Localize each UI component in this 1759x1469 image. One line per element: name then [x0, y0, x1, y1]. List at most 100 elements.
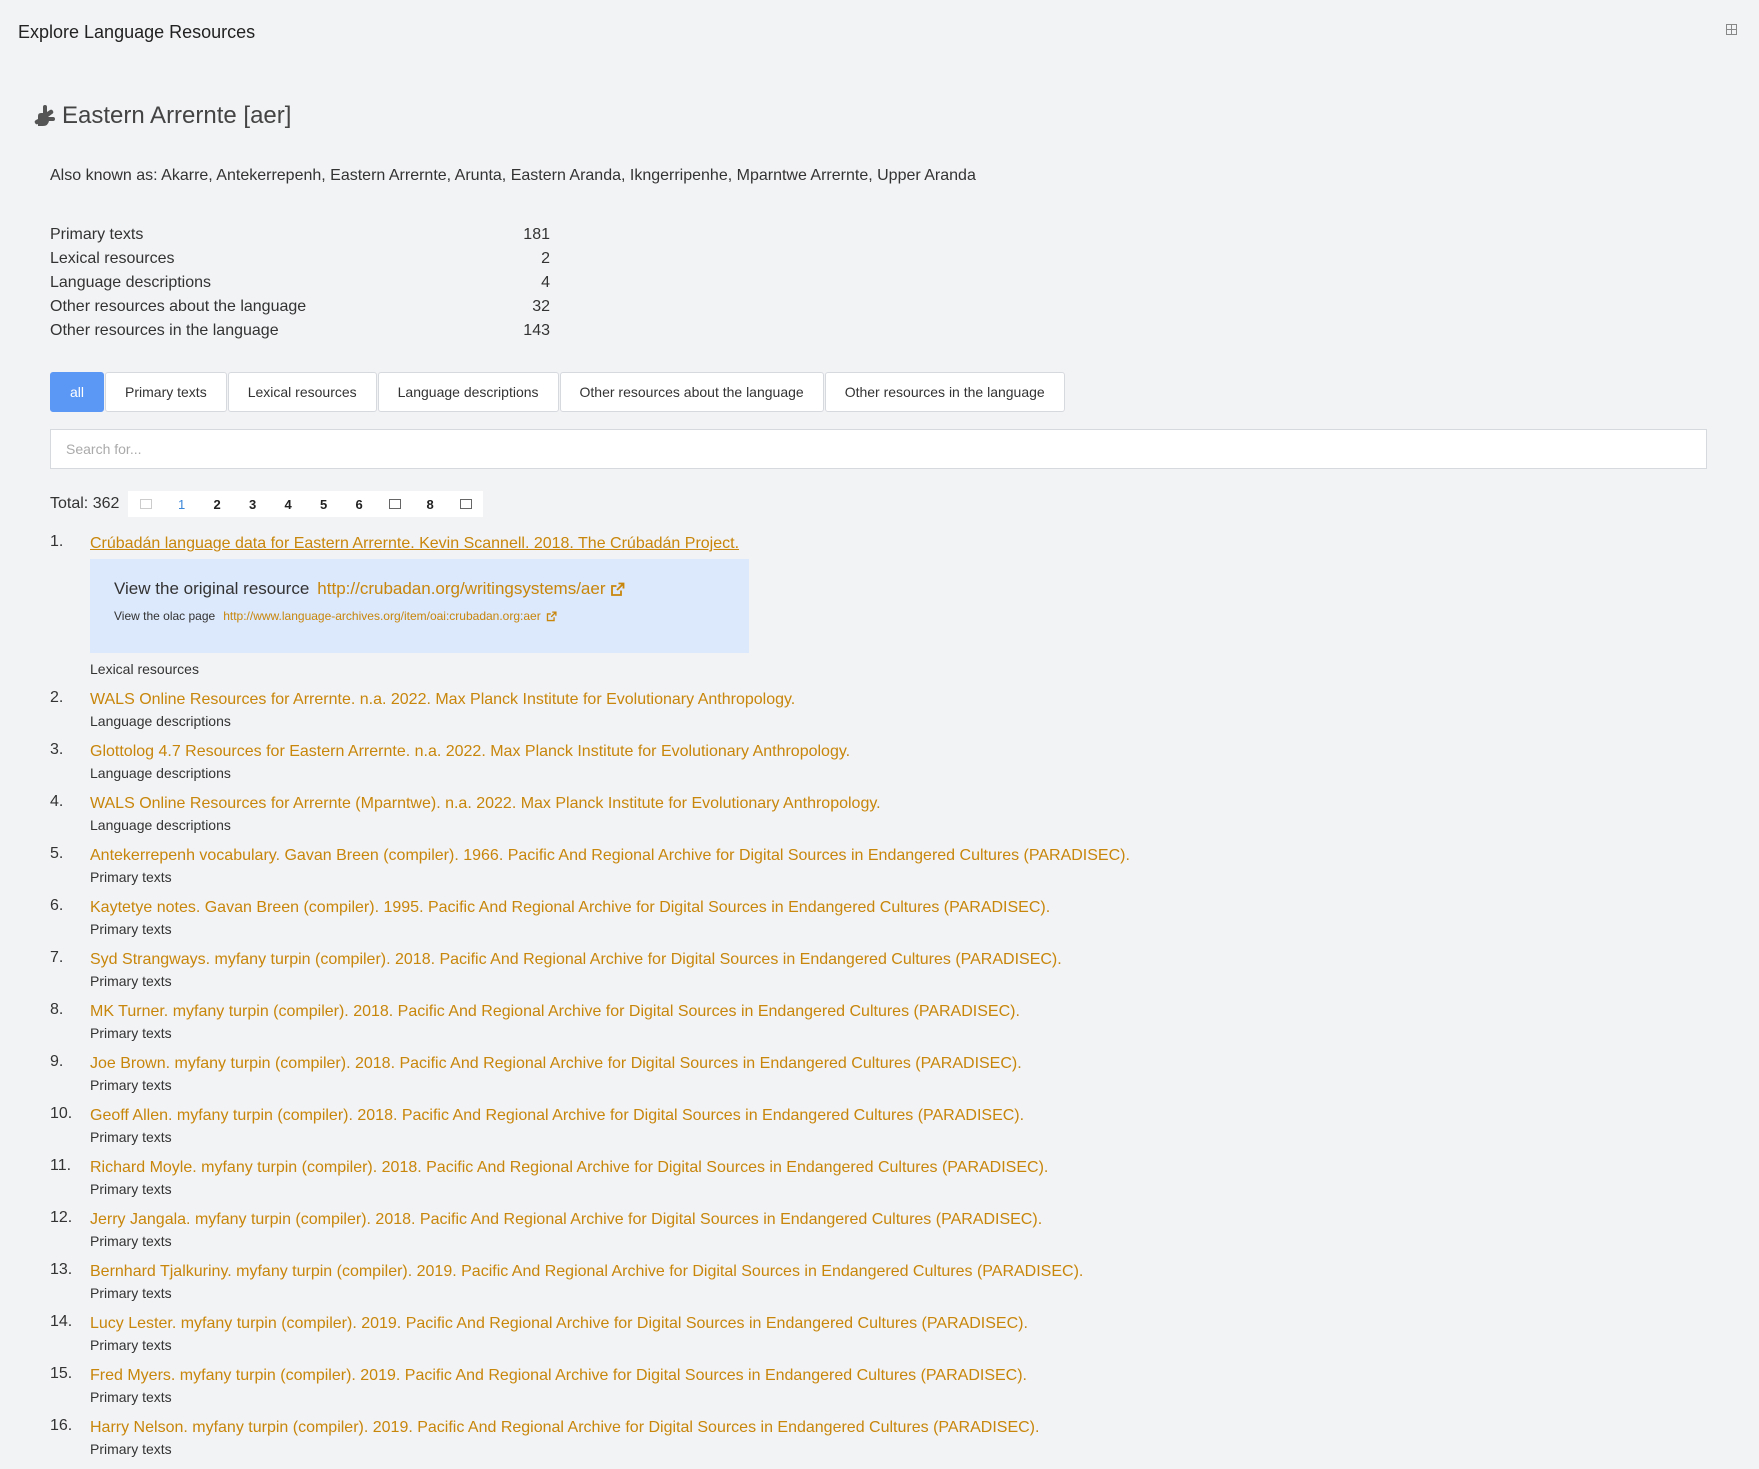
page-4[interactable]: 4 — [270, 497, 306, 512]
resource-link[interactable]: Harry Nelson. myfany turpin (compiler). … — [90, 1419, 1039, 1436]
item-number: 4. — [50, 793, 64, 810]
stat-value: 143 — [523, 322, 550, 339]
resource-link[interactable]: Jerry Jangala. myfany turpin (compiler).… — [90, 1211, 1042, 1228]
list-item: 12. Jerry Jangala. myfany turpin (compil… — [0, 1209, 1759, 1251]
stat-label: Primary texts — [50, 226, 144, 243]
resource-link[interactable]: Bernhard Tjalkuriny. myfany turpin (comp… — [90, 1263, 1083, 1280]
window-title: Explore Language Resources — [18, 22, 256, 42]
language-name: Eastern Arrernte [aer] — [62, 102, 292, 129]
external-link-icon[interactable] — [546, 610, 557, 622]
resource-link[interactable]: Glottolog 4.7 Resources for Eastern Arre… — [90, 743, 850, 760]
tab-language-descriptions[interactable]: Language descriptions — [377, 372, 559, 412]
original-resource-link[interactable]: http://crubadan.org/writingsystems/aer — [317, 579, 605, 599]
resource-category: Primary texts — [90, 921, 172, 937]
item-number: 16. — [50, 1417, 73, 1434]
external-link-icon[interactable] — [610, 582, 625, 597]
olac-page-link[interactable]: http://www.language-archives.org/item/oa… — [223, 609, 541, 623]
filter-tabs: all Primary texts Lexical resources Lang… — [50, 372, 1066, 412]
page-6[interactable]: 6 — [341, 497, 377, 512]
pagination-row: Total: 362 1 2 3 4 5 6 8 — [50, 491, 484, 517]
list-item: 7. Syd Strangways. myfany turpin (compil… — [0, 949, 1759, 991]
resource-category: Primary texts — [90, 1181, 172, 1197]
stat-label: Lexical resources — [50, 250, 175, 267]
resource-category: Primary texts — [90, 1233, 172, 1249]
stat-value: 181 — [523, 226, 550, 243]
list-item: 8. MK Turner. myfany turpin (compiler). … — [0, 1001, 1759, 1043]
stat-row: Primary texts 181 — [50, 223, 550, 247]
resource-category: Primary texts — [90, 1441, 172, 1457]
list-item: 16. Harry Nelson. myfany turpin (compile… — [0, 1417, 1759, 1459]
item-number: 9. — [50, 1053, 64, 1070]
item-number: 5. — [50, 845, 64, 862]
tab-other-in-language[interactable]: Other resources in the language — [824, 372, 1065, 412]
list-item: 11. Richard Moyle. myfany turpin (compil… — [0, 1157, 1759, 1199]
resource-category: Lexical resources — [90, 661, 199, 677]
list-item: 2. WALS Online Resources for Arrernte. n… — [0, 689, 1759, 731]
item-number: 3. — [50, 741, 64, 758]
hand-sign-icon — [34, 105, 55, 126]
original-resource-label: View the original resource — [114, 579, 310, 598]
first-page-icon[interactable] — [128, 499, 164, 509]
resource-category: Language descriptions — [90, 765, 231, 781]
item-number: 1. — [50, 533, 64, 550]
resource-link[interactable]: WALS Online Resources for Arrernte. n.a.… — [90, 691, 795, 708]
tab-other-about-language[interactable]: Other resources about the language — [559, 372, 824, 412]
list-item: 13. Bernhard Tjalkuriny. myfany turpin (… — [0, 1261, 1759, 1303]
language-header: Eastern Arrernte [aer] — [34, 102, 291, 130]
list-item: 9. Joe Brown. myfany turpin (compiler). … — [0, 1053, 1759, 1095]
page-5[interactable]: 5 — [306, 497, 342, 512]
stat-row: Other resources about the language 32 — [50, 295, 550, 319]
stat-value: 2 — [541, 250, 550, 267]
stat-row: Language descriptions 4 — [50, 271, 550, 295]
item-number: 14. — [50, 1313, 73, 1330]
tab-primary-texts[interactable]: Primary texts — [105, 372, 227, 412]
olac-page-label: View the olac page — [114, 609, 216, 623]
resource-link[interactable]: Kaytetye notes. Gavan Breen (compiler). … — [90, 899, 1050, 916]
resource-category: Language descriptions — [90, 817, 231, 833]
item-number: 10. — [50, 1105, 73, 1122]
resource-link[interactable]: Fred Myers. myfany turpin (compiler). 20… — [90, 1367, 1027, 1384]
resource-category: Primary texts — [90, 1285, 172, 1301]
list-item: 1. Crúbadán language data for Eastern Ar… — [0, 533, 1759, 679]
expand-icon[interactable] — [1726, 24, 1737, 35]
resource-category: Primary texts — [90, 973, 172, 989]
search-input[interactable] — [50, 429, 1707, 469]
resource-link[interactable]: Crúbadán language data for Eastern Arrer… — [90, 535, 739, 552]
resource-category: Primary texts — [90, 1389, 172, 1405]
stat-label: Other resources about the language — [50, 298, 307, 315]
results-list: 1. Crúbadán language data for Eastern Ar… — [0, 533, 1759, 1469]
resource-detail-panel: View the original resource http://crubad… — [90, 559, 749, 653]
list-item: 5. Antekerrepenh vocabulary. Gavan Breen… — [0, 845, 1759, 887]
top-bar: Explore Language Resources — [0, 0, 1759, 64]
list-item: 3. Glottolog 4.7 Resources for Eastern A… — [0, 741, 1759, 783]
stat-label: Other resources in the language — [50, 322, 279, 339]
resource-link[interactable]: Joe Brown. myfany turpin (compiler). 201… — [90, 1055, 1022, 1072]
stat-label: Language descriptions — [50, 274, 212, 291]
resource-link[interactable]: Antekerrepenh vocabulary. Gavan Breen (c… — [90, 847, 1130, 864]
resource-link[interactable]: Richard Moyle. myfany turpin (compiler).… — [90, 1159, 1048, 1176]
resource-category: Primary texts — [90, 1025, 172, 1041]
item-number: 6. — [50, 897, 64, 914]
stat-row: Lexical resources 2 — [50, 247, 550, 271]
ellipsis-icon[interactable] — [377, 499, 413, 509]
resource-link[interactable]: MK Turner. myfany turpin (compiler). 201… — [90, 1003, 1020, 1020]
tab-lexical-resources[interactable]: Lexical resources — [227, 372, 377, 412]
page-1[interactable]: 1 — [164, 497, 200, 512]
resource-link[interactable]: Geoff Allen. myfany turpin (compiler). 2… — [90, 1107, 1024, 1124]
list-item: 4. WALS Online Resources for Arrernte (M… — [0, 793, 1759, 835]
tab-all[interactable]: all — [50, 372, 105, 412]
item-number: 15. — [50, 1365, 73, 1382]
next-page-icon[interactable] — [448, 499, 484, 509]
stat-value: 32 — [532, 298, 550, 315]
page-3[interactable]: 3 — [235, 497, 271, 512]
page-8[interactable]: 8 — [412, 497, 448, 512]
page-2[interactable]: 2 — [199, 497, 235, 512]
list-item: 15. Fred Myers. myfany turpin (compiler)… — [0, 1365, 1759, 1407]
resource-link[interactable]: Syd Strangways. myfany turpin (compiler)… — [90, 951, 1062, 968]
resource-link[interactable]: WALS Online Resources for Arrernte (Mpar… — [90, 795, 881, 812]
item-number: 2. — [50, 689, 64, 706]
resource-link[interactable]: Lucy Lester. myfany turpin (compiler). 2… — [90, 1315, 1028, 1332]
resource-category: Primary texts — [90, 869, 172, 885]
resource-category: Primary texts — [90, 1129, 172, 1145]
list-item: 6. Kaytetye notes. Gavan Breen (compiler… — [0, 897, 1759, 939]
